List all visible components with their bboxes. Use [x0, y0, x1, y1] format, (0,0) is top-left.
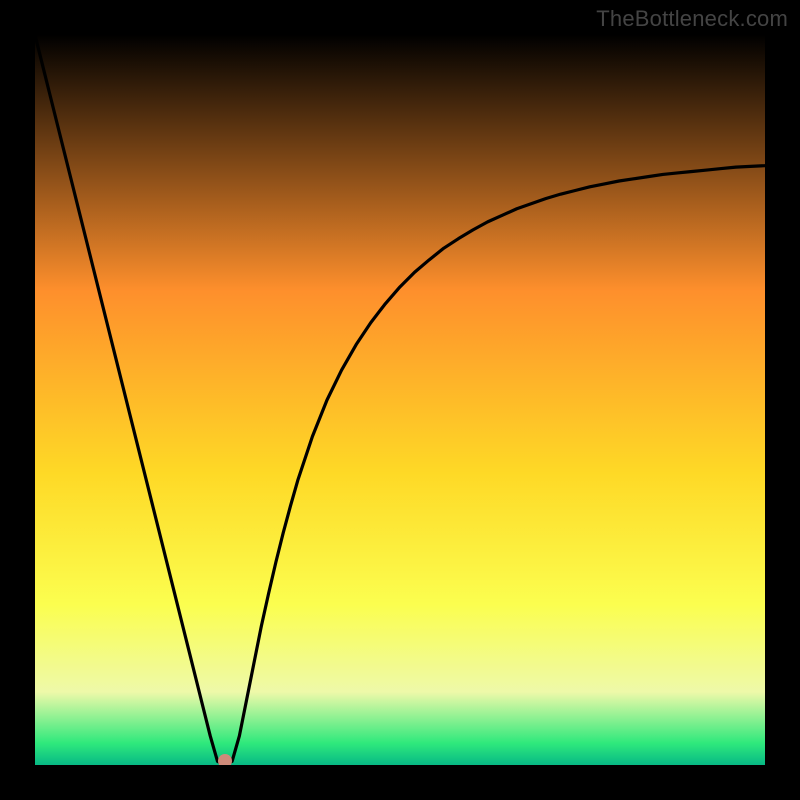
watermark-text: TheBottleneck.com — [596, 6, 788, 32]
bottleneck-curve — [35, 35, 765, 765]
optimal-point-dot — [218, 754, 232, 765]
chart-frame: TheBottleneck.com — [0, 0, 800, 800]
plot-area — [35, 35, 765, 765]
